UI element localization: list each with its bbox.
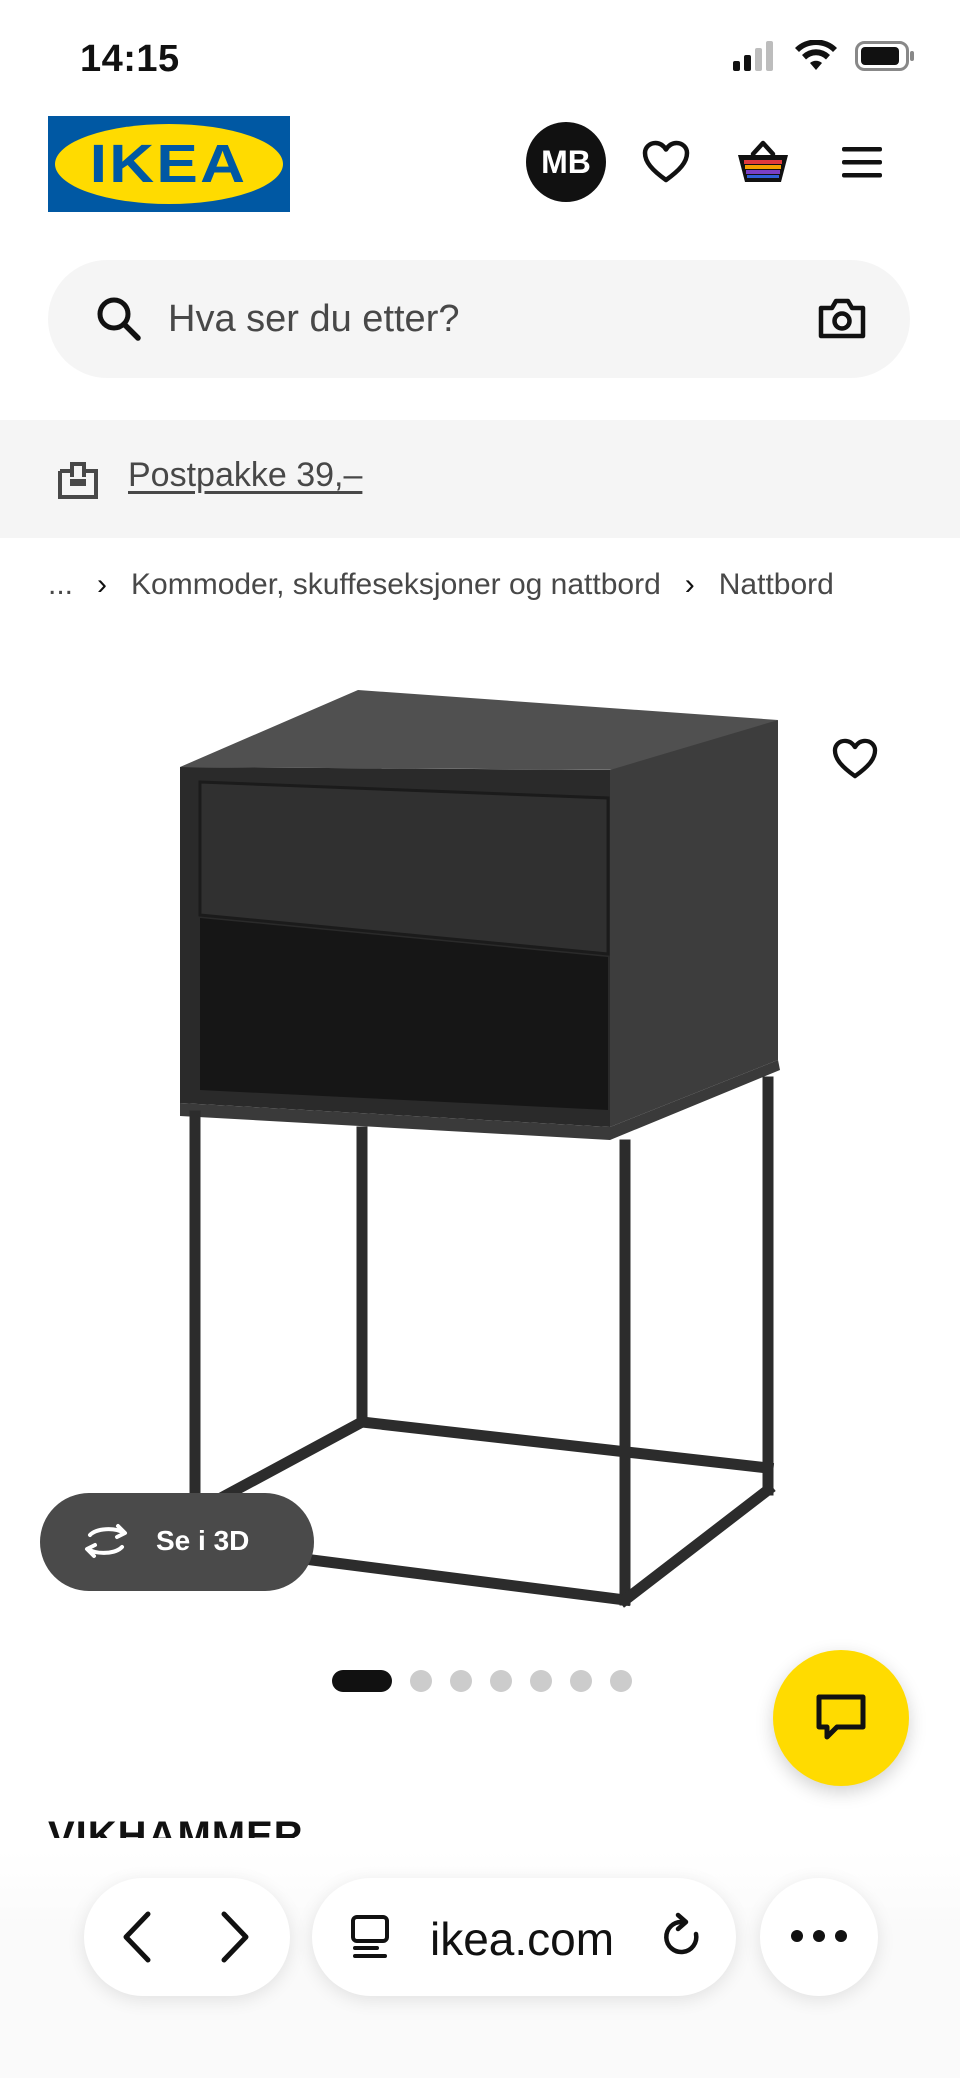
search-input[interactable]: Hva ser du etter? [168,298,459,341]
view-3d-label: Se i 3D [156,1525,250,1556]
pagination-dot[interactable] [530,1670,552,1692]
status-time: 14:15 [80,38,180,80]
logo-oval: IKEA [55,124,283,204]
more-icon [791,1930,847,1942]
product-name: VIKHAMMER [48,1814,304,1838]
image-pagination [332,1670,632,1692]
site-header: IKEA MB [0,110,960,220]
favorite-heart-icon[interactable] [832,738,878,780]
url-text[interactable]: ikea.com [430,1912,614,1966]
rotate-3d-icon [85,1524,127,1558]
pagination-dot[interactable] [610,1670,632,1692]
cellular-signal-icon [733,41,773,71]
ikea-logo[interactable]: IKEA [48,116,290,212]
breadcrumb: ... › Kommoder, skuffeseksjoner og nattb… [48,568,834,602]
chevron-right-icon: › [684,568,695,601]
breadcrumb-item[interactable]: Nattbord [719,568,834,602]
pagination-dot[interactable] [490,1670,512,1692]
delivery-box-icon [58,462,98,499]
status-icons [733,40,915,72]
more-options-button[interactable] [760,1878,878,1996]
logo-text: IKEA [90,134,248,194]
heart-icon[interactable] [636,132,696,192]
nightstand-image [180,690,780,1608]
avatar[interactable]: MB [526,122,606,202]
browser-nav-group [84,1878,290,1996]
pagination-dot[interactable] [410,1670,432,1692]
back-icon[interactable] [114,1910,164,1964]
chat-bubble-icon [816,1694,866,1740]
forward-icon[interactable] [208,1910,258,1964]
wifi-icon [795,40,837,70]
pagination-dot[interactable] [570,1670,592,1692]
pagination-dot-active[interactable] [332,1670,392,1692]
view-3d-button[interactable]: Se i 3D [40,1493,314,1591]
menu-icon[interactable] [832,132,892,192]
basket-icon[interactable] [733,132,793,192]
delivery-banner: Postpakke 39,– [0,420,960,538]
status-bar: 14:15 [0,0,960,120]
breadcrumb-item[interactable]: Kommoder, skuffeseksjoner og nattbord [131,568,661,602]
search-icon [97,297,141,341]
battery-icon [855,41,914,71]
chevron-right-icon: › [97,568,108,601]
reader-tabs-icon[interactable] [348,1914,394,1960]
delivery-link[interactable]: Postpakke 39,– [128,456,362,495]
search-bar[interactable]: Hva ser du etter? [48,260,910,378]
product-image[interactable] [0,650,960,1640]
chat-button[interactable] [773,1650,909,1786]
browser-toolbar: ikea.com [0,1850,960,2078]
reload-icon[interactable] [660,1912,706,1962]
breadcrumb-item[interactable]: ... [48,568,73,602]
address-bar[interactable]: ikea.com [312,1878,736,1996]
pagination-dot[interactable] [450,1670,472,1692]
camera-icon[interactable] [818,296,866,340]
